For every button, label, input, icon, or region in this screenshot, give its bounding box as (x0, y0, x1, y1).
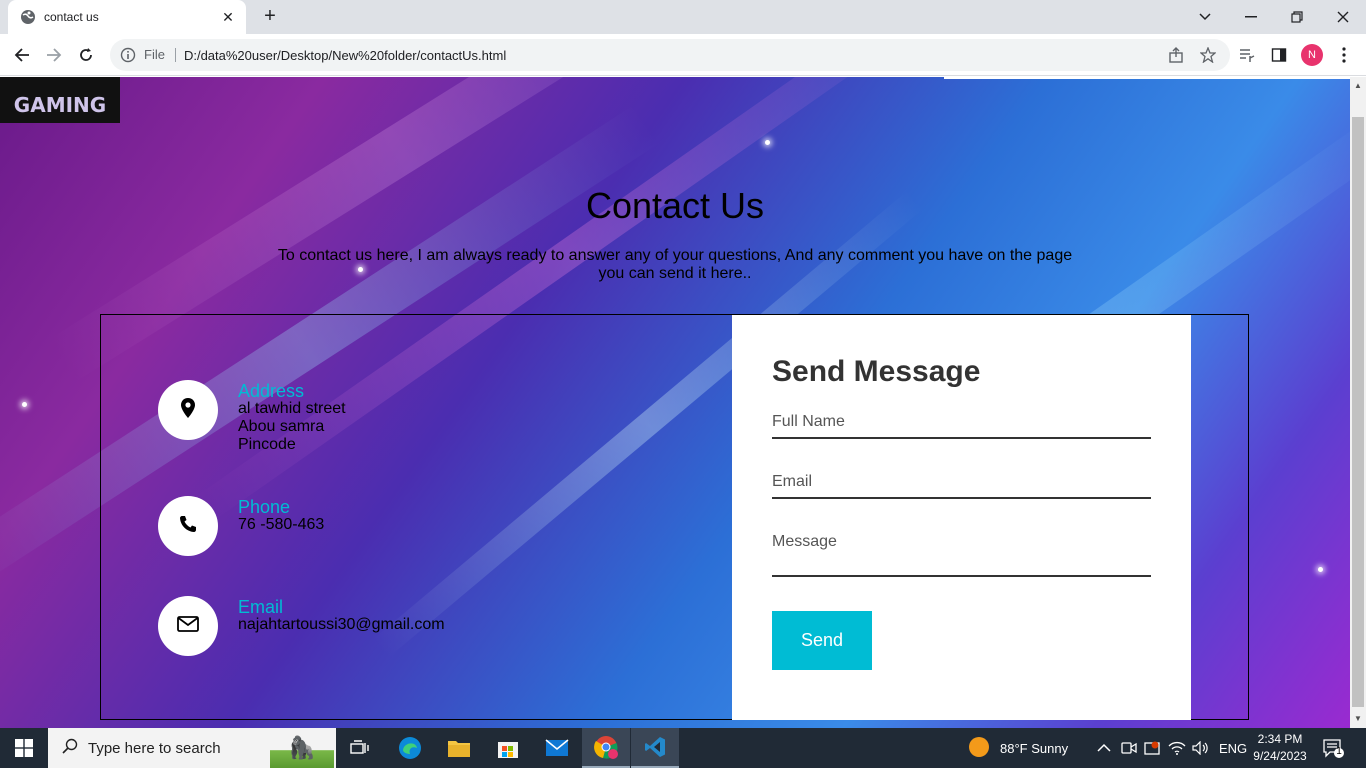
notification-count: 1 (1336, 746, 1342, 757)
message-label: Message (772, 533, 837, 550)
taskbar-clock[interactable]: 2:34 PM 9/24/2023 (1248, 731, 1312, 765)
info-email-title: Email (238, 597, 284, 617)
info-address-title: Address (238, 381, 305, 401)
clock-date: 9/24/2023 (1253, 749, 1307, 763)
phone-icon-circle (158, 496, 218, 556)
envelope-icon (177, 615, 199, 637)
weather-text: 88°F Sunny (1000, 740, 1069, 756)
browser-toolbar: File D:/data%20user/Desktop/New%20folder… (0, 34, 1366, 76)
language-indicator[interactable]: ENG (1219, 728, 1247, 768)
info-phone-title: Phone (238, 497, 291, 517)
edge-browser-icon[interactable] (386, 728, 434, 768)
close-window-icon[interactable] (1320, 0, 1366, 34)
send-message-form: Send Message Full Name Email Message Sen… (732, 315, 1191, 720)
search-highlight-gorilla-icon: 🦍 (270, 728, 334, 768)
search-placeholder: Type here to search (88, 739, 221, 757)
restore-icon[interactable] (1274, 0, 1320, 34)
windows-taskbar: Type here to search 🦍 88°F Sunny ENG 2:3… (0, 728, 1366, 768)
chrome-icon[interactable] (582, 728, 630, 768)
info-email-address: najahtartoussi30@gmail.com (238, 616, 445, 633)
file-explorer-icon[interactable] (435, 728, 483, 768)
location-pin-icon (181, 397, 195, 423)
profile-avatar[interactable]: N (1301, 44, 1323, 66)
menu-kebab-icon[interactable] (1330, 41, 1358, 69)
address-url[interactable]: D:/data%20user/Desktop/New%20folder/cont… (176, 48, 506, 63)
search-icon (62, 738, 78, 758)
info-phone-number: 76 -580-463 (238, 516, 325, 533)
message-field[interactable]: Message (772, 533, 1151, 577)
phone-icon (179, 515, 197, 538)
weather-widget[interactable]: 88°F Sunny (968, 728, 1068, 768)
volume-icon[interactable] (1192, 728, 1210, 768)
info-phone: Phone 76 -580-463 (158, 496, 324, 556)
background-sparkle (1318, 567, 1323, 572)
email-label: Email (772, 473, 813, 490)
clock-time: 2:34 PM (1257, 732, 1303, 746)
tab-title: contact us (44, 10, 99, 24)
show-hidden-icons-icon[interactable] (1097, 728, 1111, 768)
info-email: Email najahtartoussi30@gmail.com (158, 596, 445, 656)
windows-start-icon[interactable] (0, 728, 48, 768)
wifi-icon[interactable] (1168, 728, 1186, 768)
bookmark-star-icon[interactable] (1194, 41, 1222, 69)
task-view-icon[interactable] (336, 728, 384, 768)
address-bar[interactable]: File D:/data%20user/Desktop/New%20folder… (110, 39, 1230, 71)
background-sparkle (765, 140, 770, 145)
nav-divider (944, 77, 1350, 79)
vscode-icon[interactable] (631, 728, 679, 768)
tab-search-icon[interactable] (1182, 0, 1228, 34)
side-panel-icon[interactable] (1265, 41, 1293, 69)
info-address-line: Pincode (238, 436, 296, 453)
minimize-icon[interactable] (1228, 0, 1274, 34)
send-button[interactable]: Send (772, 611, 872, 670)
address-scheme-label: File (144, 48, 176, 62)
page-intro-text: To contact us here, I am always ready to… (277, 247, 1073, 282)
taskbar-search-box[interactable]: Type here to search 🦍 (48, 728, 336, 768)
scroll-up-icon[interactable]: ▲ (1350, 79, 1366, 93)
microsoft-store-icon[interactable] (484, 728, 532, 768)
form-title: Send Message (772, 355, 981, 388)
browser-tab[interactable]: contact us ✕ (8, 0, 246, 34)
site-logo[interactable]: GAMING (0, 77, 120, 123)
info-address-line: al tawhid street (238, 400, 346, 417)
page-icon (20, 9, 36, 25)
back-icon[interactable] (8, 41, 36, 69)
info-address-line: Abou samra (238, 418, 325, 435)
contact-container: Address al tawhid street Abou samra Pinc… (100, 314, 1249, 720)
close-tab-icon[interactable]: ✕ (220, 9, 236, 26)
scroll-thumb[interactable] (1352, 117, 1364, 707)
page-scrollbar[interactable]: ▲ ▼ (1350, 77, 1366, 728)
reading-list-icon[interactable] (1233, 41, 1261, 69)
meet-now-icon[interactable] (1121, 728, 1137, 768)
email-field[interactable]: Email (772, 473, 1151, 499)
email-icon-circle (158, 596, 218, 656)
scroll-down-icon[interactable]: ▼ (1350, 712, 1366, 726)
security-alert-icon[interactable] (1144, 728, 1160, 768)
page-title: Contact Us (585, 185, 765, 226)
browser-tab-strip: contact us ✕ + (0, 0, 1366, 34)
reload-icon[interactable] (72, 41, 100, 69)
page-viewport: GAMING Contact Us To contact us here, I … (0, 77, 1350, 728)
mail-icon[interactable] (533, 728, 581, 768)
full-name-label: Full Name (772, 413, 845, 430)
background-sparkle (22, 402, 27, 407)
info-address: Address al tawhid street Abou samra Pinc… (158, 380, 346, 454)
address-icon-circle (158, 380, 218, 440)
notification-center-icon[interactable]: 1 (1322, 728, 1344, 768)
logo-text: GAMING (13, 93, 107, 117)
share-icon[interactable] (1162, 41, 1190, 69)
new-tab-button[interactable]: + (258, 6, 282, 28)
forward-icon[interactable] (40, 41, 68, 69)
full-name-field[interactable]: Full Name (772, 413, 1151, 439)
site-info-icon[interactable] (120, 47, 136, 63)
sun-icon (968, 736, 990, 761)
